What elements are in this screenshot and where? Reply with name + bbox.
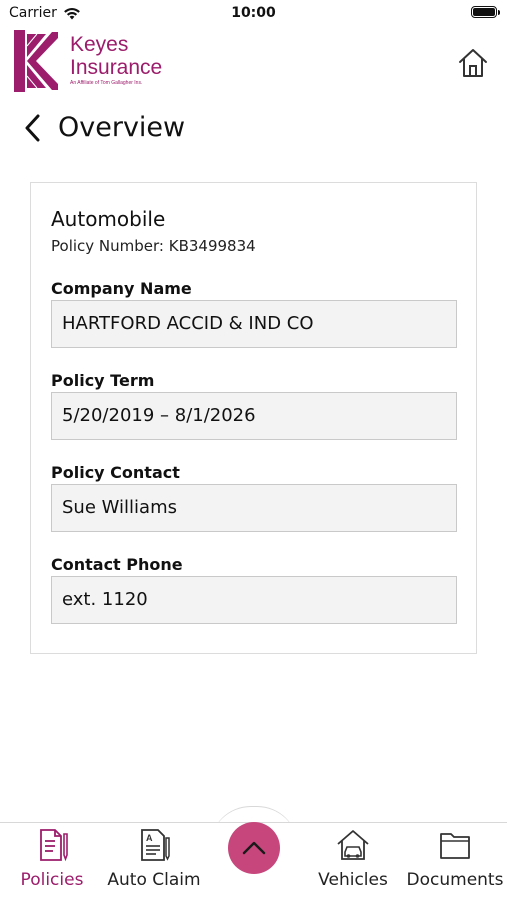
keyes-logo-icon <box>14 30 58 92</box>
brand-tagline: An Affiliate of Tom Gallagher Ins. <box>70 80 143 86</box>
documents-icon <box>440 833 470 859</box>
tab-documents[interactable]: Documents <box>405 828 505 894</box>
clock: 10:00 <box>231 5 276 21</box>
policy-term-field: 5/20/2019 – 8/1/2026 <box>51 392 457 440</box>
tab-auto-claim-label: Auto Claim <box>107 870 201 890</box>
back-chevron-icon[interactable] <box>22 113 42 143</box>
brand-logo: Keyes Insurance An Affiliate of Tom Gall… <box>14 30 162 92</box>
svg-text:A: A <box>146 833 153 843</box>
chevron-up-icon <box>242 841 266 855</box>
contact-phone-label: Contact Phone <box>51 555 183 574</box>
home-icon[interactable] <box>457 47 489 79</box>
company-name-field: HARTFORD ACCID & IND CO <box>51 300 457 348</box>
tab-documents-label: Documents <box>406 870 504 890</box>
policy-number: Policy Number: KB3499834 <box>51 237 256 255</box>
expand-menu-button[interactable] <box>228 822 280 874</box>
tab-vehicles[interactable]: Vehicles <box>303 828 403 894</box>
policy-contact-label: Policy Contact <box>51 463 180 482</box>
brand-wordmark: Keyes Insurance An Affiliate of Tom Gall… <box>70 34 162 86</box>
status-bar: Carrier 10:00 <box>0 0 507 28</box>
tab-auto-claim[interactable]: A Auto Claim <box>104 828 204 894</box>
policies-icon <box>40 829 68 862</box>
title-bar: Overview <box>22 112 185 143</box>
battery-icon <box>471 6 500 18</box>
tab-policies[interactable]: Policies <box>2 828 102 894</box>
tab-vehicles-label: Vehicles <box>318 870 388 890</box>
vehicles-icon <box>337 830 369 860</box>
brand-name-line1: Keyes <box>70 33 129 56</box>
tab-policies-label: Policies <box>20 870 84 890</box>
contact-phone-field: ext. 1120 <box>51 576 457 624</box>
page-title: Overview <box>58 112 186 143</box>
policy-card: Automobile Policy Number: KB3499834 Comp… <box>30 182 477 654</box>
brand-name-line2: Insurance <box>70 56 163 79</box>
policy-type: Automobile <box>51 207 166 231</box>
auto-claim-icon: A <box>141 829 170 861</box>
policy-contact-field: Sue Williams <box>51 484 457 532</box>
policy-term-label: Policy Term <box>51 371 155 390</box>
company-name-label: Company Name <box>51 279 192 298</box>
